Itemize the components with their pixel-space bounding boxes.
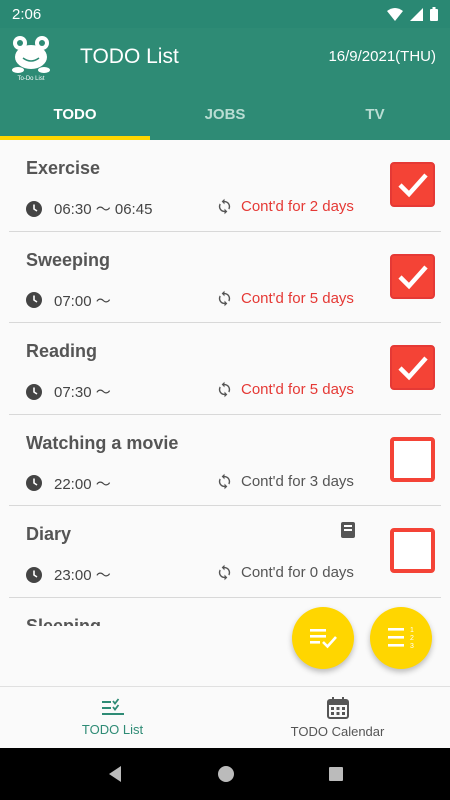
repeat-icon bbox=[218, 381, 231, 398]
todo-time: 07:00 〜 bbox=[26, 290, 111, 311]
todo-time: 06:30 〜 06:45 bbox=[26, 198, 152, 219]
clock-icon bbox=[26, 200, 42, 217]
todo-streak: Cont'd for 5 days bbox=[216, 381, 354, 398]
frog-logo-icon: To-Do List bbox=[12, 36, 50, 82]
todo-title: Watching a movie bbox=[26, 432, 179, 453]
todo-time: 07:30 〜 bbox=[26, 381, 111, 402]
checkmark-icon bbox=[398, 356, 428, 381]
recents-icon[interactable] bbox=[328, 766, 344, 782]
todo-streak-text: Cont'd for 5 days bbox=[241, 289, 354, 307]
todo-item-reading[interactable]: Reading 07:30 〜 Cont'd for 5 days bbox=[9, 323, 441, 415]
todo-title: Reading bbox=[26, 341, 98, 362]
svg-text:3: 3 bbox=[410, 643, 414, 650]
checkmark-icon bbox=[398, 265, 428, 289]
todo-streak: Cont'd for 3 days bbox=[216, 473, 354, 490]
done-checkbox[interactable] bbox=[390, 345, 435, 391]
todo-streak-text: Cont'd for 2 days bbox=[241, 198, 354, 215]
calendar-icon bbox=[326, 697, 349, 719]
done-checkbox[interactable] bbox=[390, 253, 435, 299]
logo-text: To-Do List bbox=[17, 76, 44, 82]
system-navigation-bar bbox=[0, 748, 450, 800]
current-date: 16/9/2021(THU) bbox=[328, 48, 436, 65]
back-icon[interactable] bbox=[106, 765, 124, 783]
status-icons bbox=[387, 7, 438, 21]
todo-item-diary[interactable]: Diary 23:00 〜 Cont'd for 0 days bbox=[9, 506, 441, 598]
numbered-list-fab[interactable]: 1 2 3 bbox=[370, 607, 432, 669]
todo-list[interactable]: Exercise 06:30 〜 06:45 Cont'd for 2 days… bbox=[0, 140, 450, 626]
done-checkbox[interactable] bbox=[390, 528, 435, 574]
todo-time-text: 22:00 〜 bbox=[54, 475, 111, 493]
tab-jobs[interactable]: JOBS bbox=[150, 88, 300, 140]
clock-icon bbox=[26, 383, 42, 400]
todo-title: Exercise bbox=[26, 158, 101, 178]
tab-todo[interactable]: TODO bbox=[0, 88, 150, 140]
todo-item-exercise[interactable]: Exercise 06:30 〜 06:45 Cont'd for 2 days bbox=[9, 140, 441, 232]
nav-todo-list-label: TODO List bbox=[81, 722, 144, 737]
nav-todo-list[interactable]: TODO List bbox=[0, 687, 225, 748]
note-book-icon[interactable] bbox=[341, 522, 355, 539]
svg-text:2: 2 bbox=[410, 635, 414, 642]
todo-time-text: 23:00 〜 bbox=[54, 567, 111, 585]
format-list-numbered-icon: 1 2 3 bbox=[388, 627, 414, 650]
clock-icon bbox=[26, 566, 42, 583]
nav-todo-calendar[interactable]: TODO Calendar bbox=[225, 687, 450, 748]
todo-time: 23:00 〜 bbox=[26, 564, 111, 585]
todo-title: Diary bbox=[26, 524, 72, 545]
tab-tv[interactable]: TV bbox=[300, 88, 450, 140]
todo-item-watching-a-movie[interactable]: Watching a movie 22:00 〜 Cont'd for 3 da… bbox=[9, 415, 441, 507]
todo-time-text: 07:30 〜 bbox=[54, 384, 111, 402]
app-title: TODO List bbox=[80, 45, 179, 68]
repeat-icon bbox=[218, 473, 231, 490]
todo-streak: Cont'd for 0 days bbox=[216, 564, 354, 581]
svg-text:1: 1 bbox=[410, 627, 414, 634]
clock-icon bbox=[26, 292, 42, 309]
category-tabs: TODO JOBS TV bbox=[0, 88, 450, 140]
repeat-icon bbox=[218, 290, 231, 306]
status-bar: 2:06 bbox=[0, 0, 450, 28]
battery-icon bbox=[430, 7, 438, 21]
list-check-icon bbox=[101, 698, 124, 715]
status-time: 2:06 bbox=[12, 5, 42, 23]
wifi-icon bbox=[387, 7, 403, 21]
todo-time-text: 07:00 〜 bbox=[54, 292, 111, 310]
clock-icon bbox=[26, 475, 42, 492]
bottom-navigation: TODO List TODO Calendar bbox=[0, 686, 450, 748]
todo-streak-text: Cont'd for 3 days bbox=[241, 472, 354, 490]
signal-icon bbox=[410, 7, 423, 21]
todo-title: Sleeping bbox=[26, 615, 102, 626]
todo-time: 22:00 〜 bbox=[26, 473, 111, 494]
playlist-check-icon bbox=[310, 629, 337, 649]
todo-time-text: 06:30 〜 06:45 bbox=[54, 201, 153, 218]
done-checkbox[interactable] bbox=[390, 436, 435, 482]
todo-streak: Cont'd for 5 days bbox=[216, 290, 354, 307]
repeat-icon bbox=[218, 565, 231, 581]
todo-streak: Cont'd for 2 days bbox=[216, 198, 354, 215]
todo-item-sweeping[interactable]: Sweeping 07:00 〜 Cont'd for 5 days bbox=[9, 232, 441, 324]
app-bar: To-Do List TODO List 16/9/2021(THU) bbox=[0, 28, 450, 88]
done-checkbox[interactable] bbox=[390, 162, 435, 207]
repeat-icon bbox=[218, 198, 231, 215]
home-icon[interactable] bbox=[217, 765, 235, 783]
todo-streak-text: Cont'd for 0 days bbox=[241, 564, 354, 582]
todo-streak-text: Cont'd for 5 days bbox=[241, 381, 354, 399]
todo-title: Sweeping bbox=[26, 249, 111, 270]
check-list-fab[interactable] bbox=[292, 607, 354, 669]
checkmark-icon bbox=[398, 173, 428, 198]
nav-todo-calendar-label: TODO Calendar bbox=[290, 724, 385, 739]
